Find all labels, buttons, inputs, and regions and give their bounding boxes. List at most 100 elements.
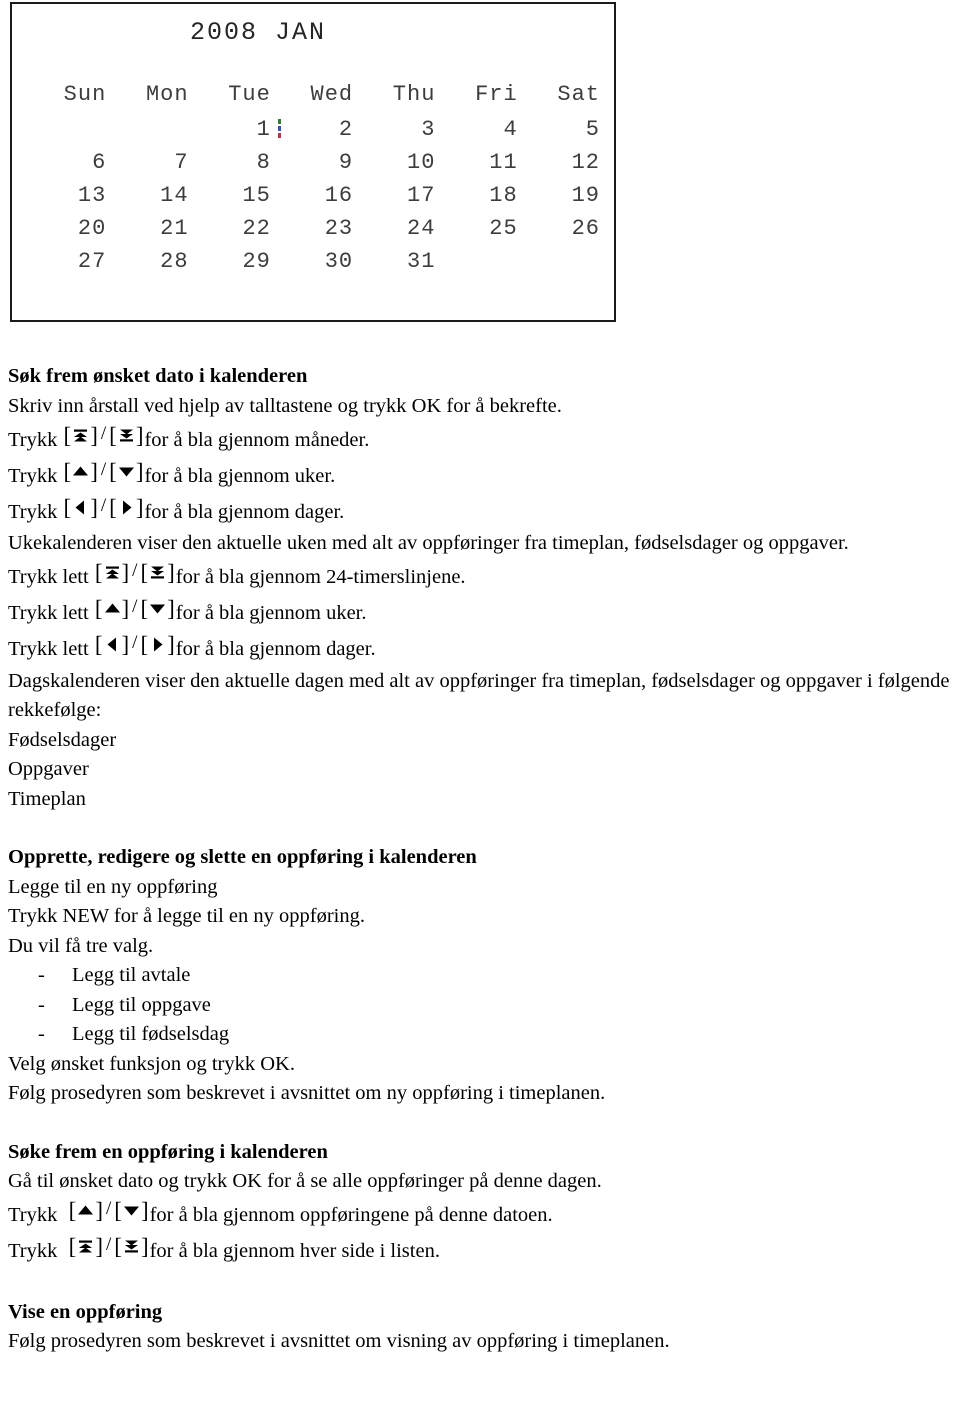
bracket-open: [ bbox=[140, 596, 149, 622]
list-item-label: Legg til oppgave bbox=[72, 993, 211, 1016]
day-cell[interactable]: 24 bbox=[357, 216, 439, 249]
bracket-open: [ bbox=[140, 632, 149, 658]
day-cell[interactable] bbox=[439, 249, 521, 282]
key-instruction-suffix: for å bla gjennom 24-timerslinjene. bbox=[175, 566, 466, 588]
day-cell[interactable]: 8 bbox=[193, 150, 275, 183]
up-icon bbox=[76, 1201, 95, 1220]
day-cell[interactable]: 2 bbox=[275, 117, 357, 150]
section-intro-text: Skriv inn årstall ved hjelp av talltaste… bbox=[8, 394, 562, 417]
bracket-open: [ bbox=[140, 560, 149, 586]
weekday-header-sat: Sat bbox=[557, 82, 600, 107]
day-cell[interactable] bbox=[28, 117, 110, 150]
up-icon bbox=[103, 599, 122, 618]
bracket-close: ] bbox=[90, 422, 98, 448]
day-cell[interactable]: 7 bbox=[110, 150, 192, 183]
instruction-three-choices: Du vil få tre valg. bbox=[8, 934, 154, 957]
instruction-select-and-ok: Velg ønsket funksjon og trykk OK. bbox=[8, 1052, 295, 1075]
day-number-text: 1 bbox=[256, 117, 271, 142]
day-cell[interactable]: 11 bbox=[439, 150, 521, 183]
key-pair-left-right: [] / [] bbox=[95, 628, 175, 662]
day-cell[interactable]: 31 bbox=[357, 249, 439, 282]
calendar-grid[interactable]: Sun Mon Tue Wed Thu Fri Sat 1 2 3 4 5 6 … bbox=[28, 82, 604, 282]
down-icon bbox=[117, 462, 136, 481]
page-down-icon bbox=[148, 563, 167, 582]
calendar-table: Sun Mon Tue Wed Thu Fri Sat 1 2 3 4 5 6 … bbox=[28, 82, 604, 282]
day-cell[interactable]: 9 bbox=[275, 150, 357, 183]
day-number: 13 bbox=[77, 183, 107, 208]
day-number: 11 bbox=[489, 150, 518, 175]
calendar-title: 2008 JAN bbox=[189, 18, 327, 47]
day-cell-selected[interactable]: 1 bbox=[193, 117, 281, 150]
day-cell[interactable]: 27 bbox=[28, 249, 110, 282]
key-pair-up-down: [] / [] bbox=[95, 592, 175, 626]
bracket-close: ] bbox=[95, 1234, 103, 1260]
day-cell[interactable]: 23 bbox=[275, 216, 357, 249]
entry-type-schedule: Timeplan bbox=[8, 787, 86, 810]
day-number: 9 bbox=[338, 150, 354, 175]
key-instruction-24h-lines: Trykk lett [] / [] for å bla gjennom 24-… bbox=[8, 559, 952, 595]
instruction-follow-procedure-new-entry: Følg prosedyren som beskrevet i avsnitte… bbox=[8, 1082, 606, 1104]
section-heading-view-entry: Vise en oppføring bbox=[8, 1300, 163, 1323]
bracket-open: [ bbox=[63, 494, 72, 520]
keycap-right: [] bbox=[109, 496, 143, 519]
table-row: 6 7 8 9 10 11 12 bbox=[28, 150, 604, 183]
weekday-header-wed: Wed bbox=[310, 82, 354, 107]
right-icon bbox=[148, 635, 167, 654]
day-number: 25 bbox=[489, 216, 518, 241]
day-cell[interactable]: 30 bbox=[275, 249, 357, 282]
day-cell[interactable] bbox=[110, 117, 192, 150]
key-instruction-prefix: Trykk bbox=[8, 464, 63, 487]
day-number: 16 bbox=[324, 183, 354, 208]
key-instruction-suffix: for å bla gjennom uker. bbox=[175, 602, 367, 624]
key-instruction-suffix: for å bla gjennom dager. bbox=[144, 500, 345, 523]
day-cell[interactable]: 15 bbox=[193, 183, 275, 216]
page-up-icon bbox=[103, 563, 122, 582]
keycap-page-up: [] bbox=[95, 561, 129, 584]
calendar-weekday-row: Sun Mon Tue Wed Thu Fri Sat bbox=[28, 82, 604, 117]
day-cell[interactable]: 25 bbox=[439, 216, 521, 249]
day-cell[interactable]: 28 bbox=[110, 249, 192, 282]
day-cell[interactable]: 6 bbox=[28, 150, 110, 183]
day-number: 29 bbox=[242, 249, 271, 274]
key-instruction-prefix: Trykk lett bbox=[8, 566, 94, 588]
day-cell[interactable]: 22 bbox=[193, 216, 275, 249]
day-cell[interactable]: 4 bbox=[439, 117, 521, 150]
day-cell[interactable]: 18 bbox=[439, 183, 521, 216]
day-number: 19 bbox=[571, 183, 600, 208]
section-heading-search-date: Søk frem ønsket dato i kalenderen bbox=[8, 365, 308, 387]
bracket-close: ] bbox=[95, 1198, 103, 1224]
keycap-left: [] bbox=[95, 633, 129, 656]
bracket-close: ] bbox=[167, 560, 175, 586]
day-number: 24 bbox=[407, 216, 436, 241]
key-instruction-browse-pages: Trykk [] / [] for å bla gjennom hver sid… bbox=[8, 1233, 952, 1269]
day-cell[interactable]: 20 bbox=[28, 216, 110, 249]
day-cell[interactable]: 17 bbox=[357, 183, 439, 216]
keycap-right: [] bbox=[140, 633, 174, 656]
day-cell[interactable]: 29 bbox=[193, 249, 275, 282]
keycap-up: [] bbox=[69, 1199, 103, 1222]
day-cell[interactable]: 16 bbox=[275, 183, 357, 216]
table-row: 20 21 22 23 24 25 26 bbox=[28, 216, 604, 249]
page-down-icon bbox=[117, 426, 136, 445]
keycap-down: [] bbox=[140, 597, 174, 620]
day-cell[interactable] bbox=[522, 249, 604, 282]
calendar-widget[interactable]: 2008 JAN Sun Mon Tue Wed Thu Fri Sat 1 2… bbox=[10, 2, 616, 322]
table-row: 27 28 29 30 31 bbox=[28, 249, 604, 282]
bracket-close: ] bbox=[167, 632, 175, 658]
day-cell[interactable]: 5 bbox=[522, 117, 604, 150]
day-cell[interactable]: 13 bbox=[28, 183, 110, 216]
day-cell[interactable]: 10 bbox=[357, 150, 439, 183]
bracket-close: ] bbox=[121, 632, 130, 658]
key-instruction-prefix: Trykk bbox=[8, 1204, 68, 1226]
day-cell[interactable]: 3 bbox=[357, 117, 439, 150]
week-calendar-paragraph: Ukekalenderen viser den aktuelle uken me… bbox=[8, 532, 849, 554]
keycap-page-down: [] bbox=[140, 561, 174, 584]
day-cell[interactable]: 19 bbox=[522, 183, 604, 216]
day-cell[interactable]: 12 bbox=[522, 150, 604, 183]
bracket-open: [ bbox=[109, 422, 117, 448]
bullet-dash: - bbox=[38, 993, 45, 1016]
day-cell[interactable]: 21 bbox=[110, 216, 192, 249]
day-cell[interactable]: 26 bbox=[522, 216, 604, 249]
day-cell[interactable]: 14 bbox=[110, 183, 192, 216]
